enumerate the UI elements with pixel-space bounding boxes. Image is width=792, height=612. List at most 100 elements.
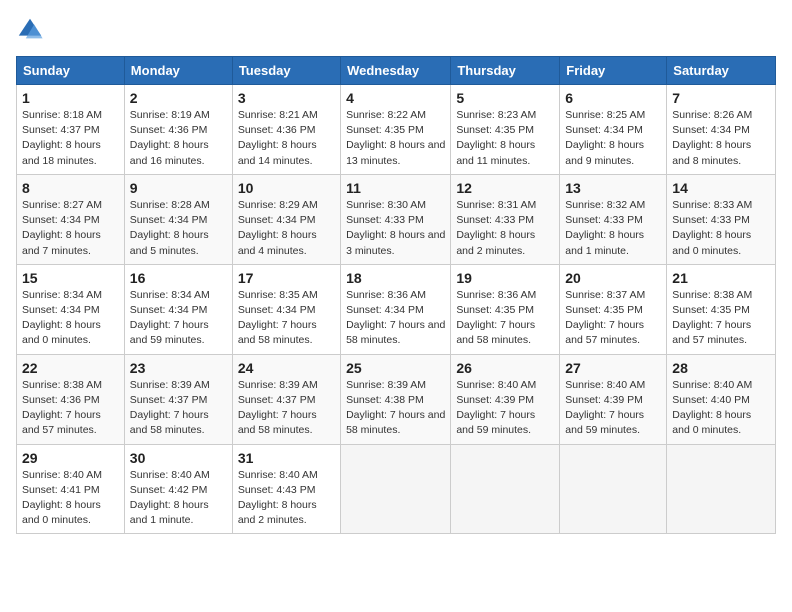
day-number: 9 xyxy=(130,180,227,196)
day-number: 26 xyxy=(456,360,554,376)
calendar-cell: 4 Sunrise: 8:22 AM Sunset: 4:35 PM Dayli… xyxy=(341,85,451,175)
day-number: 10 xyxy=(238,180,335,196)
day-info: Sunrise: 8:18 AM Sunset: 4:37 PM Dayligh… xyxy=(22,108,119,169)
day-number: 14 xyxy=(672,180,770,196)
calendar-cell: 9 Sunrise: 8:28 AM Sunset: 4:34 PM Dayli… xyxy=(124,174,232,264)
day-header-wednesday: Wednesday xyxy=(341,57,451,85)
day-info: Sunrise: 8:25 AM Sunset: 4:34 PM Dayligh… xyxy=(565,108,661,169)
day-info: Sunrise: 8:30 AM Sunset: 4:33 PM Dayligh… xyxy=(346,198,445,259)
day-number: 29 xyxy=(22,450,119,466)
day-number: 20 xyxy=(565,270,661,286)
calendar-cell: 30 Sunrise: 8:40 AM Sunset: 4:42 PM Dayl… xyxy=(124,444,232,534)
day-number: 2 xyxy=(130,90,227,106)
calendar-cell: 2 Sunrise: 8:19 AM Sunset: 4:36 PM Dayli… xyxy=(124,85,232,175)
day-number: 3 xyxy=(238,90,335,106)
logo xyxy=(16,16,48,44)
calendar-cell: 7 Sunrise: 8:26 AM Sunset: 4:34 PM Dayli… xyxy=(667,85,776,175)
day-number: 7 xyxy=(672,90,770,106)
day-info: Sunrise: 8:40 AM Sunset: 4:43 PM Dayligh… xyxy=(238,468,335,529)
day-number: 16 xyxy=(130,270,227,286)
calendar-week-5: 29 Sunrise: 8:40 AM Sunset: 4:41 PM Dayl… xyxy=(17,444,776,534)
day-info: Sunrise: 8:29 AM Sunset: 4:34 PM Dayligh… xyxy=(238,198,335,259)
day-header-monday: Monday xyxy=(124,57,232,85)
day-number: 8 xyxy=(22,180,119,196)
calendar-cell: 25 Sunrise: 8:39 AM Sunset: 4:38 PM Dayl… xyxy=(341,354,451,444)
day-info: Sunrise: 8:39 AM Sunset: 4:37 PM Dayligh… xyxy=(130,378,227,439)
day-info: Sunrise: 8:34 AM Sunset: 4:34 PM Dayligh… xyxy=(130,288,227,349)
day-number: 31 xyxy=(238,450,335,466)
calendar-cell: 22 Sunrise: 8:38 AM Sunset: 4:36 PM Dayl… xyxy=(17,354,125,444)
day-info: Sunrise: 8:36 AM Sunset: 4:35 PM Dayligh… xyxy=(456,288,554,349)
day-number: 12 xyxy=(456,180,554,196)
calendar-cell: 26 Sunrise: 8:40 AM Sunset: 4:39 PM Dayl… xyxy=(451,354,560,444)
calendar-cell: 13 Sunrise: 8:32 AM Sunset: 4:33 PM Dayl… xyxy=(560,174,667,264)
day-number: 30 xyxy=(130,450,227,466)
day-info: Sunrise: 8:26 AM Sunset: 4:34 PM Dayligh… xyxy=(672,108,770,169)
page-header xyxy=(16,16,776,44)
logo-icon xyxy=(16,16,44,44)
day-number: 11 xyxy=(346,180,445,196)
day-header-saturday: Saturday xyxy=(667,57,776,85)
day-header-friday: Friday xyxy=(560,57,667,85)
calendar-table: SundayMondayTuesdayWednesdayThursdayFrid… xyxy=(16,56,776,534)
calendar-cell: 6 Sunrise: 8:25 AM Sunset: 4:34 PM Dayli… xyxy=(560,85,667,175)
day-header-tuesday: Tuesday xyxy=(232,57,340,85)
day-info: Sunrise: 8:40 AM Sunset: 4:39 PM Dayligh… xyxy=(456,378,554,439)
calendar-cell: 11 Sunrise: 8:30 AM Sunset: 4:33 PM Dayl… xyxy=(341,174,451,264)
calendar-cell: 12 Sunrise: 8:31 AM Sunset: 4:33 PM Dayl… xyxy=(451,174,560,264)
day-number: 5 xyxy=(456,90,554,106)
calendar-cell: 18 Sunrise: 8:36 AM Sunset: 4:34 PM Dayl… xyxy=(341,264,451,354)
calendar-cell: 16 Sunrise: 8:34 AM Sunset: 4:34 PM Dayl… xyxy=(124,264,232,354)
day-info: Sunrise: 8:28 AM Sunset: 4:34 PM Dayligh… xyxy=(130,198,227,259)
calendar-cell: 21 Sunrise: 8:38 AM Sunset: 4:35 PM Dayl… xyxy=(667,264,776,354)
day-info: Sunrise: 8:32 AM Sunset: 4:33 PM Dayligh… xyxy=(565,198,661,259)
day-info: Sunrise: 8:21 AM Sunset: 4:36 PM Dayligh… xyxy=(238,108,335,169)
day-number: 21 xyxy=(672,270,770,286)
calendar-cell: 1 Sunrise: 8:18 AM Sunset: 4:37 PM Dayli… xyxy=(17,85,125,175)
day-info: Sunrise: 8:40 AM Sunset: 4:39 PM Dayligh… xyxy=(565,378,661,439)
day-number: 18 xyxy=(346,270,445,286)
calendar-week-2: 8 Sunrise: 8:27 AM Sunset: 4:34 PM Dayli… xyxy=(17,174,776,264)
calendar-cell xyxy=(560,444,667,534)
day-info: Sunrise: 8:37 AM Sunset: 4:35 PM Dayligh… xyxy=(565,288,661,349)
day-number: 13 xyxy=(565,180,661,196)
day-info: Sunrise: 8:40 AM Sunset: 4:42 PM Dayligh… xyxy=(130,468,227,529)
day-number: 6 xyxy=(565,90,661,106)
day-number: 1 xyxy=(22,90,119,106)
calendar-header-row: SundayMondayTuesdayWednesdayThursdayFrid… xyxy=(17,57,776,85)
day-info: Sunrise: 8:31 AM Sunset: 4:33 PM Dayligh… xyxy=(456,198,554,259)
calendar-cell xyxy=(451,444,560,534)
day-number: 24 xyxy=(238,360,335,376)
day-info: Sunrise: 8:27 AM Sunset: 4:34 PM Dayligh… xyxy=(22,198,119,259)
day-number: 17 xyxy=(238,270,335,286)
calendar-cell: 31 Sunrise: 8:40 AM Sunset: 4:43 PM Dayl… xyxy=(232,444,340,534)
day-info: Sunrise: 8:40 AM Sunset: 4:40 PM Dayligh… xyxy=(672,378,770,439)
calendar-cell xyxy=(667,444,776,534)
day-number: 25 xyxy=(346,360,445,376)
calendar-cell: 27 Sunrise: 8:40 AM Sunset: 4:39 PM Dayl… xyxy=(560,354,667,444)
calendar-cell: 3 Sunrise: 8:21 AM Sunset: 4:36 PM Dayli… xyxy=(232,85,340,175)
day-info: Sunrise: 8:38 AM Sunset: 4:36 PM Dayligh… xyxy=(22,378,119,439)
calendar-cell: 5 Sunrise: 8:23 AM Sunset: 4:35 PM Dayli… xyxy=(451,85,560,175)
day-info: Sunrise: 8:39 AM Sunset: 4:37 PM Dayligh… xyxy=(238,378,335,439)
calendar-cell: 15 Sunrise: 8:34 AM Sunset: 4:34 PM Dayl… xyxy=(17,264,125,354)
day-header-thursday: Thursday xyxy=(451,57,560,85)
calendar-cell xyxy=(341,444,451,534)
day-number: 27 xyxy=(565,360,661,376)
calendar-week-3: 15 Sunrise: 8:34 AM Sunset: 4:34 PM Dayl… xyxy=(17,264,776,354)
calendar-cell: 24 Sunrise: 8:39 AM Sunset: 4:37 PM Dayl… xyxy=(232,354,340,444)
calendar-cell: 10 Sunrise: 8:29 AM Sunset: 4:34 PM Dayl… xyxy=(232,174,340,264)
day-info: Sunrise: 8:35 AM Sunset: 4:34 PM Dayligh… xyxy=(238,288,335,349)
day-info: Sunrise: 8:36 AM Sunset: 4:34 PM Dayligh… xyxy=(346,288,445,349)
day-info: Sunrise: 8:38 AM Sunset: 4:35 PM Dayligh… xyxy=(672,288,770,349)
day-info: Sunrise: 8:34 AM Sunset: 4:34 PM Dayligh… xyxy=(22,288,119,349)
day-info: Sunrise: 8:22 AM Sunset: 4:35 PM Dayligh… xyxy=(346,108,445,169)
day-info: Sunrise: 8:23 AM Sunset: 4:35 PM Dayligh… xyxy=(456,108,554,169)
day-number: 19 xyxy=(456,270,554,286)
calendar-cell: 14 Sunrise: 8:33 AM Sunset: 4:33 PM Dayl… xyxy=(667,174,776,264)
day-number: 28 xyxy=(672,360,770,376)
calendar-cell: 20 Sunrise: 8:37 AM Sunset: 4:35 PM Dayl… xyxy=(560,264,667,354)
day-number: 15 xyxy=(22,270,119,286)
calendar-cell: 19 Sunrise: 8:36 AM Sunset: 4:35 PM Dayl… xyxy=(451,264,560,354)
calendar-cell: 29 Sunrise: 8:40 AM Sunset: 4:41 PM Dayl… xyxy=(17,444,125,534)
